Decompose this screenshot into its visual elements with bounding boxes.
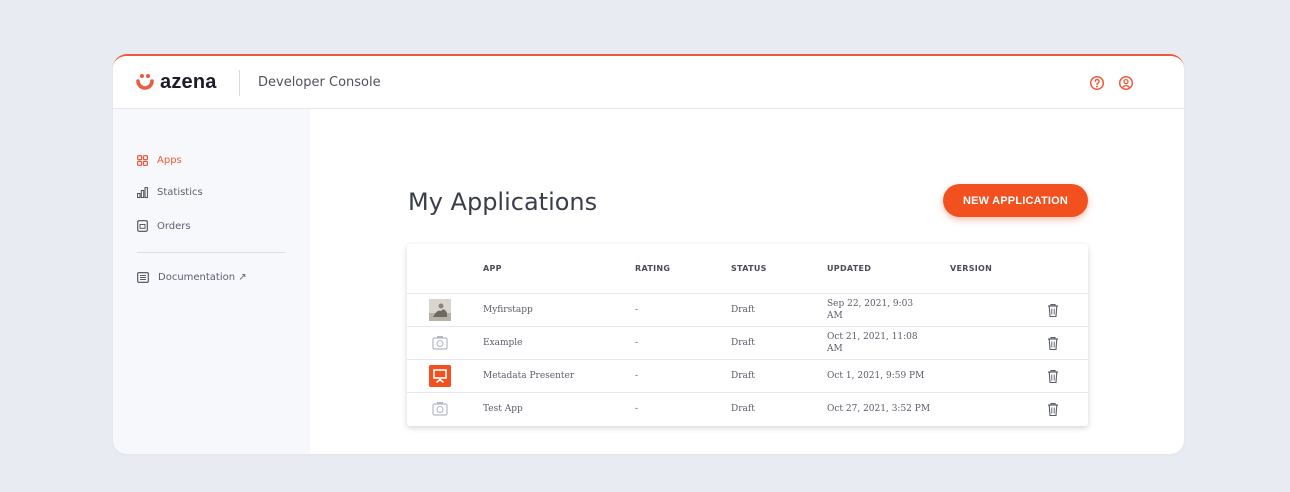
app-name[interactable]: Example	[483, 338, 523, 348]
book-icon	[137, 272, 149, 283]
brand-name: azena	[160, 71, 217, 93]
updated-value: Oct 27, 2021, 3:52 PM	[827, 403, 937, 415]
status-value: Draft	[731, 371, 755, 381]
photo-thumbnail	[429, 299, 451, 321]
top-bar: azena Developer Console	[113, 56, 1184, 109]
help-icon[interactable]	[1089, 75, 1105, 91]
rating-value: -	[635, 305, 639, 315]
updated-date: Oct 27, 2021, 3:52 PM	[827, 404, 931, 414]
sidebar-item-apps[interactable]: Apps	[137, 155, 182, 166]
sidebar-item-label: Documentation ↗	[158, 272, 247, 283]
applications-table: APP RATING STATUS UPDATED VERSION Myfirs…	[407, 244, 1088, 426]
sidebar-item-documentation[interactable]: Documentation ↗	[137, 272, 247, 283]
sidebar-item-label: Apps	[157, 155, 182, 166]
presenter-icon	[429, 365, 451, 387]
rating-value: -	[635, 338, 639, 348]
camera-placeholder-icon	[432, 336, 448, 350]
table-row[interactable]: Example - Draft Oct 21, 2021, 11:08 AM	[407, 326, 1088, 359]
azena-logo[interactable]: azena	[135, 71, 217, 94]
column-header-status[interactable]: STATUS	[731, 264, 767, 273]
header-divider	[239, 70, 240, 96]
sidebar-divider	[137, 252, 285, 253]
updated-date: Oct 21, 2021, 11:08	[827, 332, 918, 342]
sidebar-item-label: Statistics	[157, 187, 203, 198]
updated-value: Oct 21, 2021, 11:08 AM	[827, 331, 937, 355]
rating-value: -	[635, 371, 639, 381]
updated-time-suffix: AM	[827, 311, 843, 321]
delete-icon[interactable]	[1046, 336, 1060, 351]
table-row[interactable]: Metadata Presenter - Draft Oct 1, 2021, …	[407, 359, 1088, 392]
rating-value: -	[635, 404, 639, 414]
sidebar-item-orders[interactable]: Orders	[137, 220, 191, 232]
updated-value: Oct 1, 2021, 9:59 PM	[827, 370, 937, 382]
azena-logo-icon	[136, 73, 154, 90]
column-header-updated[interactable]: UPDATED	[827, 264, 871, 273]
document-icon	[137, 220, 148, 232]
delete-icon[interactable]	[1046, 402, 1060, 417]
app-window: azena Developer Console Apps Statistics …	[113, 54, 1184, 454]
column-header-app[interactable]: APP	[483, 264, 502, 273]
console-title: Developer Console	[258, 75, 381, 90]
page-title: My Applications	[408, 188, 598, 216]
updated-date: Oct 1, 2021, 9:59 PM	[827, 371, 925, 381]
apps-grid-icon	[137, 155, 148, 166]
delete-icon[interactable]	[1046, 369, 1060, 384]
new-application-button[interactable]: NEW APPLICATION	[943, 184, 1088, 217]
updated-date: Sep 22, 2021, 9:03	[827, 299, 914, 309]
status-value: Draft	[731, 305, 755, 315]
user-icon[interactable]	[1118, 75, 1134, 91]
delete-icon[interactable]	[1046, 303, 1060, 318]
column-header-version[interactable]: VERSION	[950, 264, 992, 273]
updated-time-suffix: AM	[827, 344, 843, 354]
updated-value: Sep 22, 2021, 9:03 AM	[827, 298, 937, 322]
table-row[interactable]: Myfirstapp - Draft Sep 22, 2021, 9:03 AM	[407, 293, 1088, 326]
camera-placeholder-icon	[432, 402, 448, 416]
column-header-rating[interactable]: RATING	[635, 264, 670, 273]
app-name[interactable]: Test App	[483, 404, 523, 414]
status-value: Draft	[731, 404, 755, 414]
table-row[interactable]: Test App - Draft Oct 27, 2021, 3:52 PM	[407, 392, 1088, 425]
sidebar-item-statistics[interactable]: Statistics	[137, 187, 203, 198]
sidebar: Apps Statistics Orders Documentation ↗	[113, 109, 310, 454]
status-value: Draft	[731, 338, 755, 348]
app-name[interactable]: Metadata Presenter	[483, 371, 574, 381]
sidebar-item-label: Orders	[157, 220, 191, 232]
app-name[interactable]: Myfirstapp	[483, 305, 533, 315]
bar-chart-icon	[137, 187, 148, 198]
